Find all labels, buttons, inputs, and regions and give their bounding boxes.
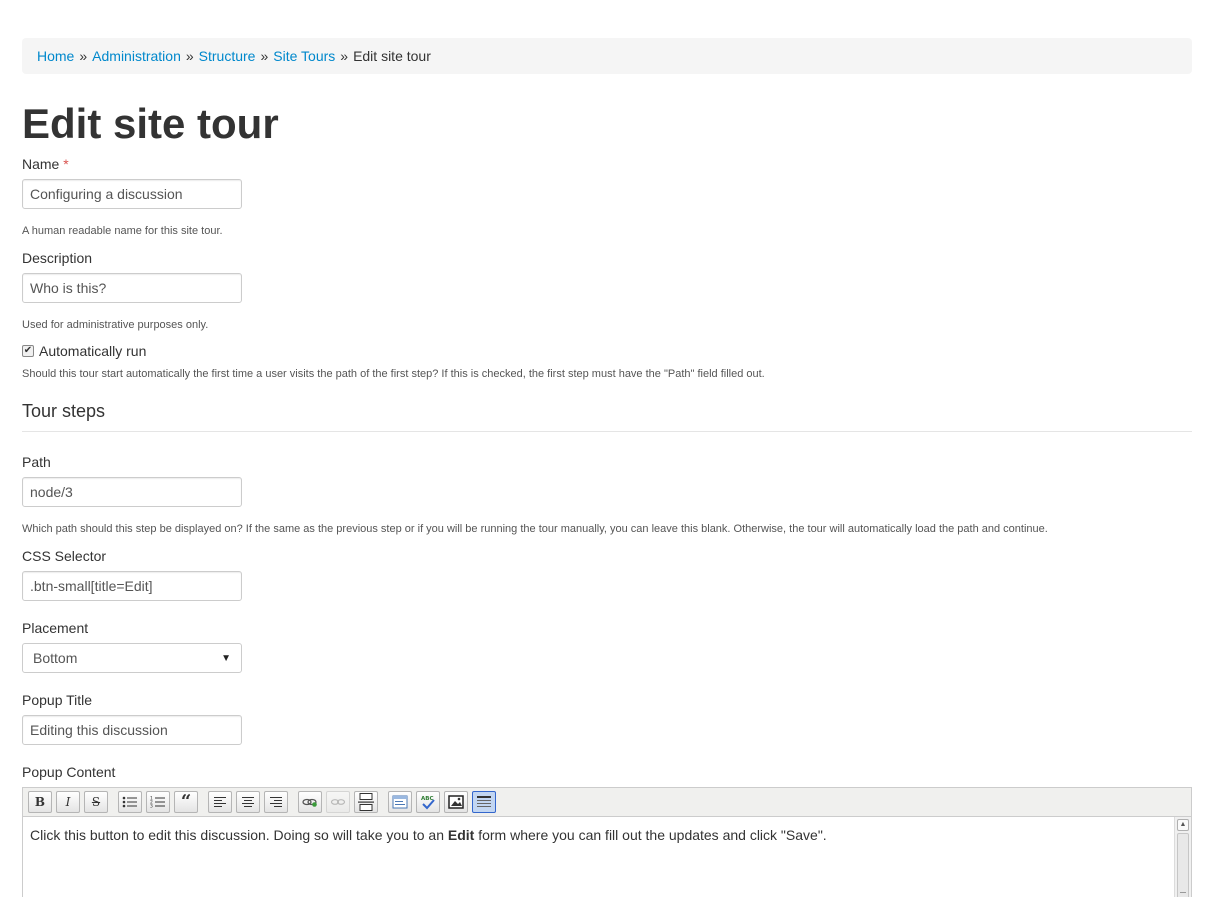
breadcrumb-separator: » (340, 48, 349, 64)
popup-title-input[interactable] (22, 715, 242, 745)
placement-label: Placement (22, 620, 89, 636)
rich-text-editor: B I S 1 2 3 “ ABC Click this button to e… (22, 787, 1192, 897)
auto-run-help-text: Should this tour start automatically the… (22, 368, 765, 380)
strikethrough-button[interactable]: S (84, 791, 108, 813)
breadcrumb-structure-link[interactable]: Structure (199, 48, 256, 64)
path-help-text: Which path should this step be displayed… (22, 523, 1048, 535)
page: Home » Administration » Structure » Site… (0, 0, 1226, 897)
align-left-icon (214, 797, 226, 807)
toolbar-group-tools: ABC (388, 791, 500, 813)
toolbar-group-basic: B I S (28, 791, 112, 813)
tour-steps-heading: Tour steps (22, 401, 106, 421)
blockquote-icon: “ (180, 791, 192, 812)
spellcheck-icon: ABC (421, 796, 435, 810)
bold-button[interactable]: B (28, 791, 52, 813)
unlink-icon (330, 799, 346, 805)
italic-icon: I (65, 795, 71, 809)
scrollbar-grip-icon (1180, 892, 1186, 897)
section-divider (22, 431, 1192, 432)
name-label: Name * (22, 155, 69, 173)
popup-content-text-before: Click this button to edit this discussio… (30, 827, 448, 843)
source-button[interactable] (388, 791, 412, 813)
name-help-text: A human readable name for this site tour… (22, 225, 223, 237)
description-label: Description (22, 250, 93, 266)
image-button[interactable] (444, 791, 468, 813)
description-help-text: Used for administrative purposes only. (22, 319, 209, 331)
align-center-button[interactable] (236, 791, 260, 813)
scroll-up-icon[interactable]: ▲ (1177, 819, 1189, 831)
popup-title-label: Popup Title (22, 692, 93, 708)
breadcrumb-site-tours-link[interactable]: Site Tours (273, 48, 335, 64)
page-break-icon (358, 793, 374, 811)
editor-scrollbar[interactable]: ▲ (1174, 817, 1191, 897)
spellcheck-button[interactable]: ABC (416, 791, 440, 813)
name-label-text: Name (22, 156, 60, 172)
breadcrumb-home-link[interactable]: Home (37, 48, 74, 64)
auto-run-row: ✔ Automatically run (22, 343, 146, 359)
unlink-button[interactable] (326, 791, 350, 813)
editor-toolbar: B I S 1 2 3 “ ABC (23, 788, 1191, 817)
toolbar-group-align (208, 791, 292, 813)
breadcrumb-separator: » (79, 48, 88, 64)
css-selector-input[interactable] (22, 571, 242, 601)
numbered-list-icon: 1 2 3 (150, 796, 165, 810)
blockquote-button[interactable]: “ (174, 791, 198, 813)
align-center-icon (242, 797, 254, 807)
placement-selected-value: Bottom (33, 650, 78, 666)
required-marker: * (63, 156, 69, 172)
placement-select[interactable]: Bottom ▼ (22, 643, 242, 673)
popup-content-text-after: form where you can fill out the updates … (474, 827, 827, 843)
name-input[interactable] (22, 179, 242, 209)
popup-content-bold-text: Edit (447, 827, 475, 843)
link-button[interactable] (298, 791, 322, 813)
italic-button[interactable]: I (56, 791, 80, 813)
bold-icon: B (34, 795, 46, 809)
breadcrumb-administration-link[interactable]: Administration (92, 48, 181, 64)
scrollbar-thumb[interactable] (1177, 833, 1189, 897)
breadcrumb: Home » Administration » Structure » Site… (22, 38, 1192, 74)
link-icon (302, 798, 317, 807)
toolbar-group-lists: 1 2 3 “ (118, 791, 202, 813)
breadcrumb-separator: » (260, 48, 269, 64)
css-selector-label: CSS Selector (22, 548, 107, 564)
numbered-list-button[interactable]: 1 2 3 (146, 791, 170, 813)
bulleted-list-icon (122, 796, 137, 808)
source-icon (392, 795, 408, 809)
breadcrumb-separator: » (185, 48, 194, 64)
popup-content-label: Popup Content (22, 764, 116, 780)
auto-run-label[interactable]: Automatically run (39, 343, 146, 359)
dropdown-caret-icon: ▼ (221, 652, 231, 664)
auto-run-checkbox[interactable]: ✔ (22, 345, 34, 357)
path-label: Path (22, 454, 51, 470)
svg-text:ABC: ABC (421, 796, 434, 802)
description-input[interactable] (22, 273, 242, 303)
toolbar-group-links (298, 791, 382, 813)
image-icon (448, 795, 464, 809)
show-blocks-button[interactable] (472, 791, 496, 813)
page-title: Edit site tour (22, 100, 279, 147)
svg-text:3: 3 (150, 804, 153, 810)
strikethrough-icon: S (91, 795, 101, 809)
show-blocks-icon (477, 796, 491, 807)
align-right-icon (270, 797, 282, 807)
align-right-button[interactable] (264, 791, 288, 813)
page-break-button[interactable] (354, 791, 378, 813)
editor-content-area[interactable]: Click this button to edit this discussio… (23, 817, 1191, 897)
breadcrumb-current: Edit site tour (353, 48, 431, 64)
align-left-button[interactable] (208, 791, 232, 813)
path-input[interactable] (22, 477, 242, 507)
bulleted-list-button[interactable] (118, 791, 142, 813)
